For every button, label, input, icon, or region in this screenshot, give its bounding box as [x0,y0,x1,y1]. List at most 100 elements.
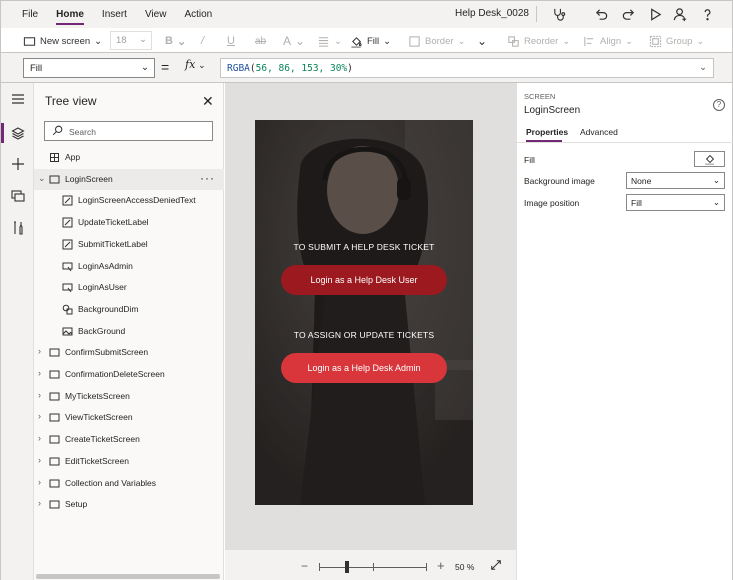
tree-item-loginasuser[interactable]: LoginAsUser [34,277,224,298]
divider [536,6,537,22]
chevron-right-icon[interactable]: › [38,498,41,508]
tree-item-setup[interactable]: › Setup [34,494,224,515]
reorder-button[interactable]: Reorder ⌄ [507,32,570,50]
zoom-slider-thumb[interactable] [345,561,349,573]
fit-to-window-icon[interactable] [490,559,502,571]
chevron-down-icon: ⌄ [477,34,488,48]
canvas-area[interactable]: TO SUBMIT A HELP DESK TICKET Login as a … [225,83,516,549]
tree-item-viewticketscreen[interactable]: › ViewTicketScreen [34,407,224,428]
screen-icon [49,370,60,379]
close-icon[interactable]: ✕ [202,93,214,110]
chevron-down-icon: ⌄ [295,34,306,48]
plus-icon[interactable] [8,154,28,174]
chevron-down-icon: ⌄ [141,62,149,73]
tree-item-updateticketlabel[interactable]: UpdateTicketLabel [34,212,224,233]
screen-icon [49,413,60,422]
fill-color-picker[interactable] [694,151,725,167]
chevron-right-icon[interactable]: › [38,477,41,487]
font-size-select[interactable]: 18 ⌄ [110,31,152,50]
horizontal-scrollbar[interactable] [36,574,220,579]
tree-item-label: Setup [65,499,88,510]
screen-icon [49,175,60,184]
assign-tickets-caption: TO ASSIGN OR UPDATE TICKETS [293,330,435,340]
tree-item-app[interactable]: App [34,147,224,168]
chevron-down-icon[interactable]: ⌄ [38,173,46,184]
italic-button[interactable]: / [201,32,204,50]
login-as-user-button[interactable]: Login as a Help Desk User [281,265,447,295]
app-title[interactable]: Help Desk_0028 [455,8,529,19]
align-button[interactable]: Align ⌄ [583,32,633,50]
hamburger-icon[interactable] [8,89,28,109]
menu-view[interactable]: View [136,1,176,29]
redo-icon[interactable] [619,5,637,23]
background-image-select[interactable]: None ⌄ [626,172,725,189]
tree-item-backgrounddim[interactable]: BackgroundDim [34,299,224,320]
tree-item-submitticketlabel[interactable]: SubmitTicketLabel [34,234,224,255]
formula-input[interactable]: RGBA(56, 86, 153, 30%) ⌄ [220,58,714,78]
help-icon[interactable] [698,5,716,23]
menu-insert[interactable]: Insert [93,1,136,29]
tree-item-confirmsubmitscreen[interactable]: › ConfirmSubmitScreen [34,342,224,363]
tab-properties[interactable]: Properties [526,127,568,137]
align-text-icon [318,36,329,47]
tree-item-label: SubmitTicketLabel [78,238,148,249]
help-icon[interactable]: ? [713,99,725,111]
chevron-right-icon[interactable]: › [38,390,41,400]
menu-home[interactable]: Home [47,1,93,29]
tree-item-loginasadmin[interactable]: LoginAsAdmin [34,256,224,277]
layers-icon[interactable] [8,123,28,143]
screen-icon [49,392,60,401]
tree-item-background[interactable]: BackGround [34,321,224,342]
new-screen-button[interactable]: New screen ⌄ [23,32,102,50]
tree-item-loginscreenaccessdeniedtext[interactable]: LoginScreenAccessDeniedText [34,190,224,211]
stethoscope-icon[interactable] [550,5,568,23]
tree-item-editticketscreen[interactable]: › EditTicketScreen [34,451,224,472]
account-icon[interactable] [671,5,689,23]
chevron-right-icon[interactable]: › [38,433,41,443]
bold-button[interactable]: B ⌄ [165,32,186,50]
menu-file[interactable]: File [13,1,47,29]
tree-item-label: LoginScreen [65,173,113,184]
menu-action[interactable]: Action [175,1,221,29]
button-icon [62,283,73,293]
tree-item-label: ConfirmSubmitScreen [65,347,149,358]
property-dropdown[interactable]: Fill ⌄ [23,58,155,78]
submit-ticket-caption: TO SUBMIT A HELP DESK TICKET [293,242,435,252]
function-button[interactable]: fx ⌄ [185,58,206,71]
tree-item-collection-and-variables[interactable]: › Collection and Variables [34,473,224,494]
tab-advanced[interactable]: Advanced [580,127,618,137]
chevron-right-icon[interactable]: › [38,455,41,465]
chevron-down-icon[interactable]: ⌄ [699,62,707,73]
tools-icon[interactable] [8,218,28,238]
tree-item-myticketsscreen[interactable]: › MyTicketsScreen [34,386,224,407]
fill-button[interactable]: Fill ⌄ [350,32,391,50]
media-icon[interactable] [8,186,28,206]
more-options-icon[interactable]: ··· [200,171,215,185]
zoom-in-icon[interactable]: + [437,558,445,573]
undo-icon[interactable] [592,5,610,23]
font-color-button[interactable]: A ⌄ [283,32,305,50]
tree-item-label: App [65,152,81,162]
login-as-admin-button[interactable]: Login as a Help Desk Admin [281,353,447,383]
chevron-right-icon[interactable]: › [38,346,41,356]
login-screen-preview[interactable]: TO SUBMIT A HELP DESK TICKET Login as a … [255,120,473,505]
tree-item-loginscreen[interactable]: ⌄ LoginScreen ··· [34,168,224,190]
chevron-right-icon[interactable]: › [38,368,41,378]
zoom-tick [426,563,427,571]
chevron-right-icon[interactable]: › [38,411,41,421]
tree-search-input[interactable]: Search [44,121,213,141]
border-button[interactable]: Border ⌄ [408,32,465,50]
tree-item-confirmationdeletescreen[interactable]: › ConfirmationDeleteScreen [34,364,224,385]
underline-button[interactable]: U [227,32,235,50]
zoom-out-icon[interactable]: − [301,559,308,573]
image-position-select[interactable]: Fill ⌄ [626,194,725,211]
group-button[interactable]: Group ⌄ [649,32,704,50]
tree-item-createticketscreen[interactable]: › CreateTicketScreen [34,429,224,450]
play-icon[interactable] [646,5,664,23]
screen-icon [49,479,60,487]
group-icon [649,35,662,47]
ribbon-overflow-button[interactable]: ⌄ [477,32,487,50]
tree-item-label: ViewTicketScreen [65,412,133,423]
strikethrough-button[interactable]: ab [255,32,266,50]
text-align-button[interactable]: ⌄ [317,32,342,50]
